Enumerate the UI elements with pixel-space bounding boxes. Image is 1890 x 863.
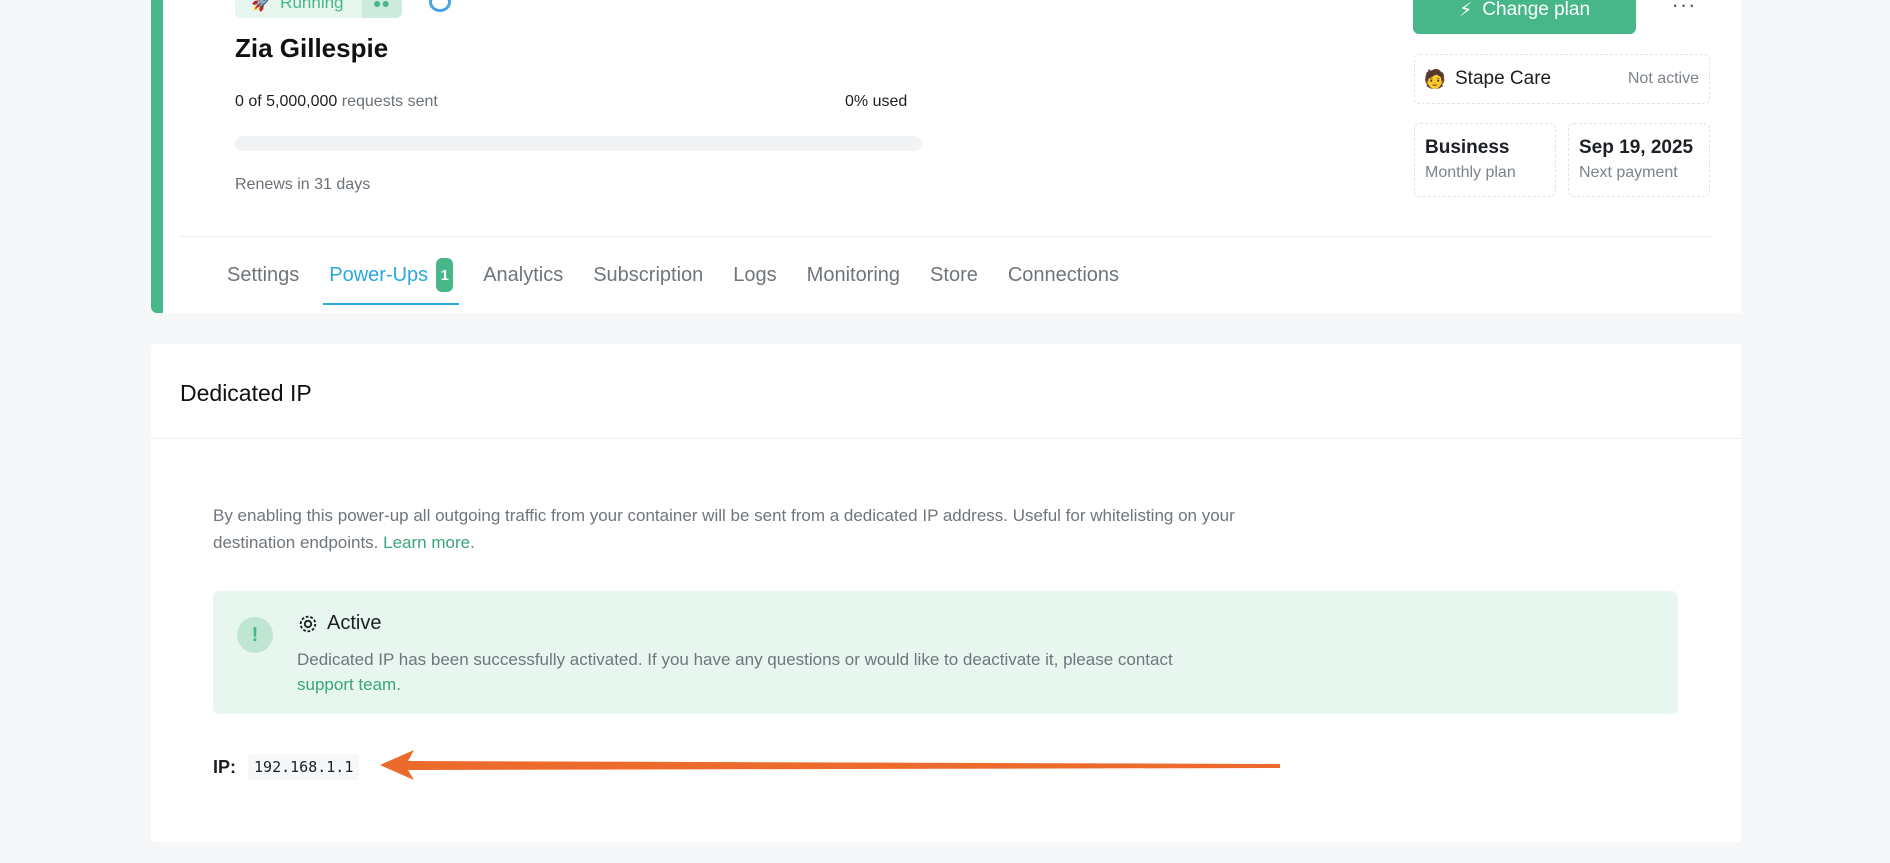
lightning-icon: ⚡ xyxy=(1458,0,1473,21)
container-tabs: Settings Power-Ups 1 Analytics Subscript… xyxy=(221,256,1143,313)
alert-message: Dedicated IP has been successfully activ… xyxy=(297,650,1173,694)
card-divider xyxy=(151,438,1741,439)
tabs-divider xyxy=(180,236,1712,237)
status-label: Running xyxy=(280,0,344,12)
support-team-link[interactable]: support team xyxy=(297,675,396,694)
requests-count: 0 of 5,000,000 xyxy=(235,93,338,110)
tab-connections[interactable]: Connections xyxy=(1002,256,1125,305)
change-plan-label: Change plan xyxy=(1482,0,1591,20)
plan-type: Monthly plan xyxy=(1425,164,1516,181)
renews-text: Renews in 31 days xyxy=(235,176,371,193)
alert-title: Active xyxy=(327,612,382,634)
requests-suffix: requests sent xyxy=(341,93,438,110)
active-alert: ! Active Dedicated IP has been successfu… xyxy=(213,591,1678,714)
status-badge: 🚀 Running ●● xyxy=(235,0,402,18)
tab-store[interactable]: Store xyxy=(924,256,984,305)
dedicated-ip-title: Dedicated IP xyxy=(180,380,312,406)
change-plan-button[interactable]: ⚡ Change plan xyxy=(1413,0,1636,34)
tab-subscription[interactable]: Subscription xyxy=(587,256,709,305)
gear-icon xyxy=(299,615,317,632)
tab-power-ups[interactable]: Power-Ups 1 xyxy=(323,256,460,305)
tab-monitoring[interactable]: Monitoring xyxy=(801,256,906,305)
usage-progress-bar xyxy=(235,136,922,151)
stape-care-status: Not active xyxy=(1627,70,1699,87)
dedicated-ip-description: By enabling this power-up all outgoing t… xyxy=(213,506,1235,552)
description-text: By enabling this power-up all outgoing t… xyxy=(213,506,1235,552)
payment-info: Sep 19, 2025 Next payment xyxy=(1568,123,1710,197)
requests-counter: 0 of 5,000,000 requests sent xyxy=(235,93,438,111)
ip-label: IP: xyxy=(213,756,237,777)
power-ups-count-badge: 1 xyxy=(436,258,454,292)
payment-label: Next payment xyxy=(1579,164,1678,181)
learn-more-link[interactable]: Learn more xyxy=(383,533,470,552)
tab-settings[interactable]: Settings xyxy=(221,256,305,305)
rocket-icon: 🚀 xyxy=(251,0,273,12)
plan-name: Business xyxy=(1425,137,1510,158)
globe-icon[interactable] xyxy=(429,0,451,12)
plan-info: Business Monthly plan xyxy=(1414,123,1556,197)
container-name: Zia Gillespie xyxy=(235,33,389,63)
person-icon: 🧑 xyxy=(1423,68,1447,89)
ip-value[interactable]: 192.168.1.1 xyxy=(248,754,360,780)
annotation-arrow xyxy=(380,750,1280,780)
tab-logs[interactable]: Logs xyxy=(727,256,782,305)
stape-care-box[interactable]: 🧑 Stape Care Not active xyxy=(1414,54,1710,104)
tab-analytics[interactable]: Analytics xyxy=(477,256,569,305)
payment-date: Sep 19, 2025 xyxy=(1579,137,1694,158)
usage-percent: 0% used xyxy=(845,93,908,110)
ip-row: IP: 192.168.1.1 xyxy=(213,754,360,780)
status-toggle-icon[interactable]: ●● xyxy=(361,0,402,18)
exclamation-icon: ! xyxy=(237,617,273,653)
more-options-button[interactable]: ··· xyxy=(1669,0,1699,18)
stape-care-label: Stape Care xyxy=(1455,68,1552,89)
